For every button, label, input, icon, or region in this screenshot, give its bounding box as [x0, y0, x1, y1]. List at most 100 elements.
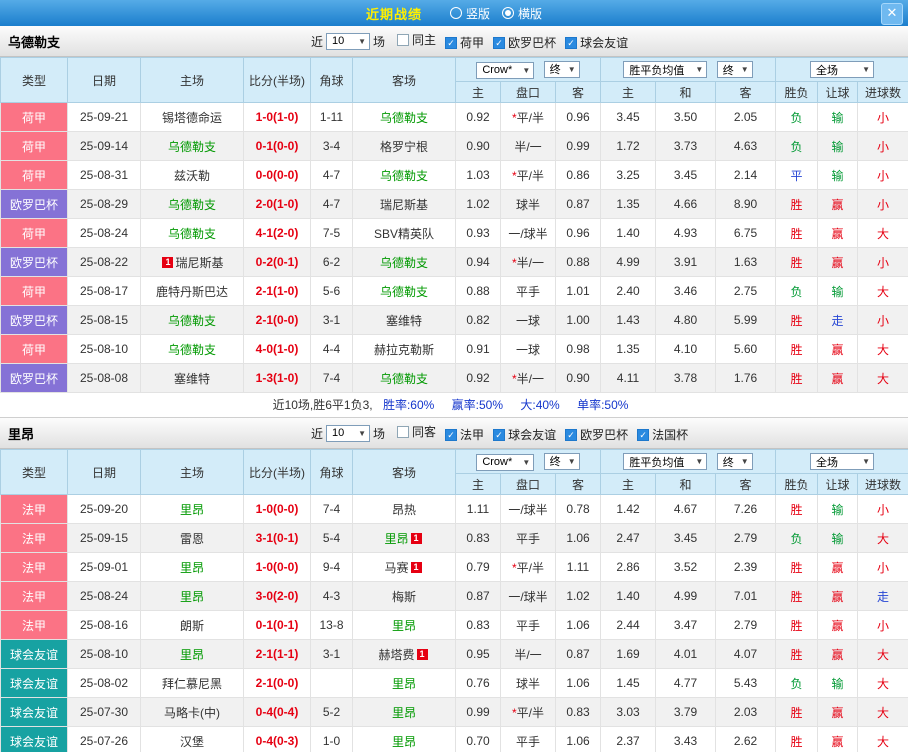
sub-home-odds: 主 — [456, 82, 501, 103]
home-team-link[interactable]: 雷恩 — [141, 524, 244, 553]
filter-checkbox[interactable] — [637, 429, 649, 441]
goals-result: 大 — [858, 364, 908, 393]
away-team-link[interactable]: 赫拉克勒斯 — [353, 335, 456, 364]
horizontal-layout-radio[interactable] — [502, 7, 514, 19]
corner-score: 7-4 — [311, 495, 353, 524]
away-team-link[interactable]: 里昂 — [353, 727, 456, 752]
home-team-link[interactable]: 塞维特 — [141, 364, 244, 393]
euro-draw-odds: 3.79 — [656, 698, 716, 727]
home-team-link[interactable]: 马略卡(中) — [141, 698, 244, 727]
col-away: 客场 — [353, 58, 456, 103]
handicap-home-odds: 0.92 — [456, 364, 501, 393]
home-team-link[interactable]: 朗斯 — [141, 611, 244, 640]
team-link-text: 乌德勒支 — [168, 343, 216, 357]
wdl-result: 胜 — [776, 495, 818, 524]
final-average-select[interactable]: 终 — [717, 61, 753, 78]
filter-checkbox[interactable] — [565, 429, 577, 441]
away-team-link[interactable]: 里昂 — [353, 611, 456, 640]
wdl-average-select[interactable]: 胜平负均值 — [623, 453, 707, 470]
home-team-link[interactable]: 里昂 — [141, 553, 244, 582]
home-team-link[interactable]: 里昂 — [141, 582, 244, 611]
away-team-link[interactable]: 里昂 — [353, 698, 456, 727]
team-link-text: 梅斯 — [392, 590, 416, 604]
match-date: 25-09-01 — [68, 553, 141, 582]
home-team-link[interactable]: 汉堡 — [141, 727, 244, 752]
col-type: 类型 — [1, 450, 68, 495]
away-team-link[interactable]: 里昂 — [353, 669, 456, 698]
euro-home-odds: 3.45 — [601, 103, 656, 132]
away-team-link[interactable]: 马赛1 — [353, 553, 456, 582]
away-team-link[interactable]: 昂热 — [353, 495, 456, 524]
filter-checkbox[interactable] — [445, 429, 457, 441]
sub-euro-home: 主 — [601, 474, 656, 495]
filter-item: 球会友谊 — [565, 34, 628, 51]
home-team-link[interactable]: 兹沃勒 — [141, 161, 244, 190]
euro-home-odds: 1.35 — [601, 335, 656, 364]
handicap-star: * — [512, 111, 517, 125]
home-team-link[interactable]: 里昂 — [141, 640, 244, 669]
home-team-link[interactable]: 里昂 — [141, 495, 244, 524]
filter-label: 法国杯 — [652, 426, 688, 443]
fulltime-select[interactable]: 全场 — [810, 453, 874, 470]
col-corner: 角球 — [311, 450, 353, 495]
team-section-lyon: 里昂 近 10 场 同客法甲球会友谊欧罗巴杯法国杯 类型 日期 主场 比分 — [0, 418, 908, 752]
handicap-away-odds: 0.83 — [556, 698, 601, 727]
match-count-select[interactable]: 10 — [326, 33, 370, 50]
match-row: 球会友谊25-07-30马略卡(中)0-4(0-4)5-2里昂0.99*平/半0… — [1, 698, 908, 727]
away-team-link[interactable]: SBV精英队 — [353, 219, 456, 248]
team-link-text: 乌德勒支 — [168, 198, 216, 212]
away-team-link[interactable]: 乌德勒支 — [353, 161, 456, 190]
goals-result: 大 — [858, 640, 908, 669]
away-team-link[interactable]: 塞维特 — [353, 306, 456, 335]
close-button[interactable]: ✕ — [881, 3, 903, 25]
away-team-link[interactable]: 乌德勒支 — [353, 364, 456, 393]
wdl-average-select[interactable]: 胜平负均值 — [623, 61, 707, 78]
home-team-link[interactable]: 拜仁慕尼黑 — [141, 669, 244, 698]
goals-result: 大 — [858, 335, 908, 364]
away-team-link[interactable]: 乌德勒支 — [353, 103, 456, 132]
home-team-link[interactable]: 乌德勒支 — [141, 335, 244, 364]
away-team-link[interactable]: 梅斯 — [353, 582, 456, 611]
handicap-line: 平手 — [501, 727, 556, 752]
filter-checkbox[interactable] — [397, 426, 409, 438]
away-team-link[interactable]: 瑞尼斯基 — [353, 190, 456, 219]
filter-checkbox[interactable] — [397, 34, 409, 46]
euro-draw-odds: 4.80 — [656, 306, 716, 335]
fulltime-select[interactable]: 全场 — [810, 61, 874, 78]
away-team-link[interactable]: 格罗宁根 — [353, 132, 456, 161]
handicap-star: * — [512, 169, 517, 183]
handicap-win-rate: 赢率:50% — [452, 398, 503, 412]
final-odds-select[interactable]: 终 — [544, 61, 580, 78]
match-row: 欧罗巴杯25-08-29乌德勒支2-0(1-0)4-7瑞尼斯基1.02球半0.8… — [1, 190, 908, 219]
filter-checkbox[interactable] — [493, 37, 505, 49]
filter-checkbox[interactable] — [445, 37, 457, 49]
home-team-link[interactable]: 锡塔德命运 — [141, 103, 244, 132]
away-team-link[interactable]: 乌德勒支 — [353, 277, 456, 306]
odds-company-select[interactable]: Crow* — [476, 62, 534, 79]
final-odds-select[interactable]: 终 — [544, 453, 580, 470]
home-team-link[interactable]: 乌德勒支 — [141, 190, 244, 219]
filter-checkbox[interactable] — [493, 429, 505, 441]
home-team-link[interactable]: 乌德勒支 — [141, 132, 244, 161]
home-team-link[interactable]: 鹿特丹斯巴达 — [141, 277, 244, 306]
red-card-badge: 1 — [411, 562, 422, 573]
team-link-text: 里昂 — [392, 677, 416, 691]
away-team-link[interactable]: 赫塔费1 — [353, 640, 456, 669]
match-score: 2-0(1-0) — [244, 190, 311, 219]
team-link-text: 赫塔费 — [378, 648, 414, 662]
vertical-layout-radio[interactable] — [450, 7, 462, 19]
euro-home-odds: 2.37 — [601, 727, 656, 752]
odds-company-select[interactable]: Crow* — [476, 454, 534, 471]
corner-score: 4-4 — [311, 335, 353, 364]
home-team-link[interactable]: 乌德勒支 — [141, 306, 244, 335]
final-average-select[interactable]: 终 — [717, 453, 753, 470]
away-team-link[interactable]: 乌德勒支 — [353, 248, 456, 277]
away-team-link[interactable]: 里昂1 — [353, 524, 456, 553]
team-link-text: 马赛 — [384, 561, 408, 575]
filter-checkbox[interactable] — [565, 37, 577, 49]
match-date: 25-08-22 — [68, 248, 141, 277]
match-count-select[interactable]: 10 — [326, 425, 370, 442]
home-team-link[interactable]: 乌德勒支 — [141, 219, 244, 248]
corner-score: 7-4 — [311, 364, 353, 393]
home-team-link[interactable]: 1瑞尼斯基 — [141, 248, 244, 277]
